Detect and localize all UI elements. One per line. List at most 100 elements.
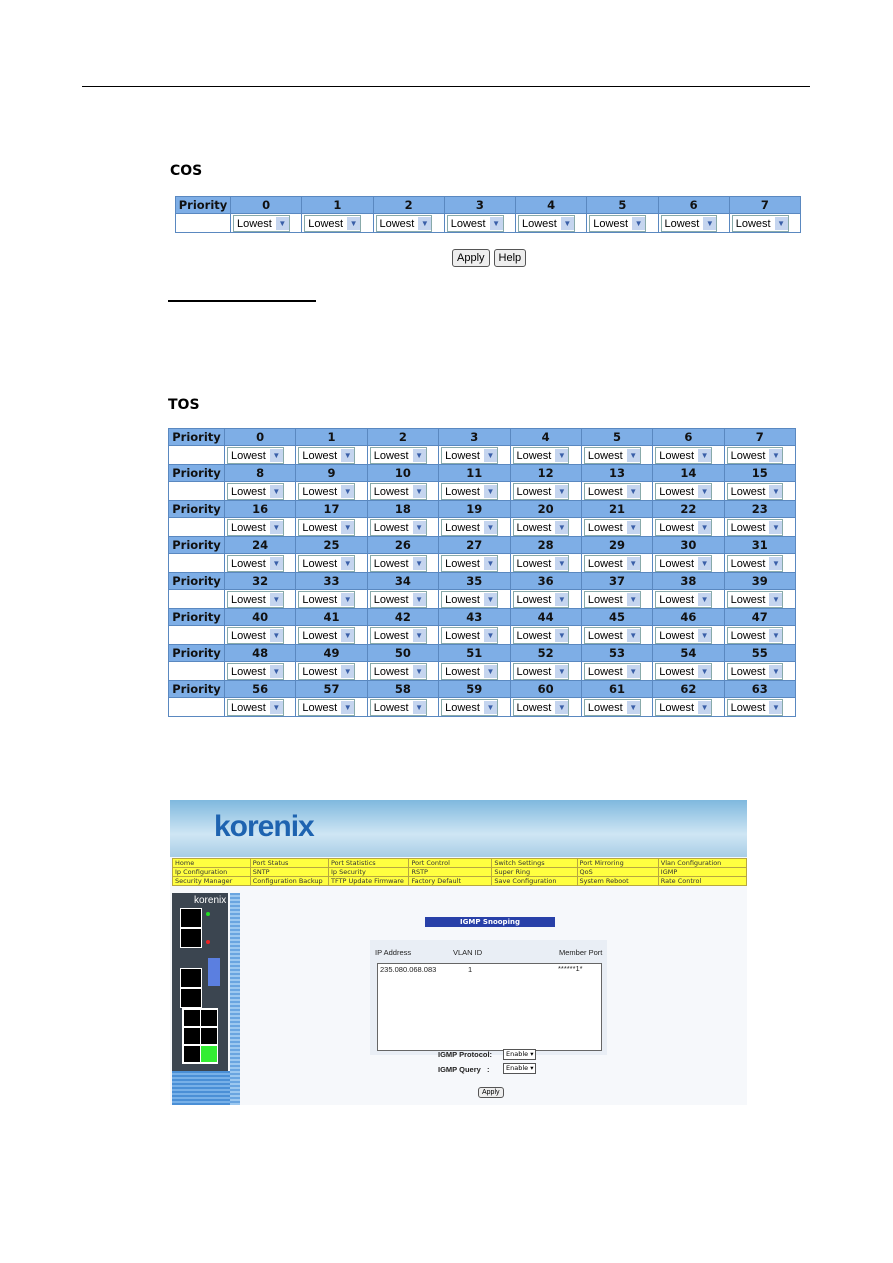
priority-select[interactable]: Lowest ▼ <box>441 591 498 608</box>
priority-select[interactable]: Lowest ▼ <box>512 699 570 716</box>
igmp-protocol-select[interactable]: Enable ▾ <box>503 1049 537 1060</box>
menu-item[interactable]: Port Control <box>408 858 493 868</box>
priority-select[interactable]: Lowest ▼ <box>512 591 570 608</box>
priority-select[interactable]: Lowest ▼ <box>227 627 284 644</box>
menu-item[interactable]: Port Mirroring <box>576 858 659 868</box>
fiber-port[interactable] <box>180 928 202 948</box>
priority-select[interactable]: Lowest ▼ <box>446 215 504 232</box>
priority-select[interactable]: Lowest ▼ <box>369 663 427 680</box>
priority-select[interactable]: Lowest ▼ <box>726 519 784 536</box>
igmp-query-select[interactable]: Enable ▾ <box>503 1063 537 1074</box>
ethernet-port[interactable] <box>183 1009 201 1027</box>
priority-select[interactable]: Lowest ▼ <box>298 591 356 608</box>
menu-item[interactable]: Vlan Configuration <box>657 858 748 868</box>
menu-item[interactable]: Factory Default <box>408 876 493 886</box>
priority-select[interactable]: Lowest ▼ <box>441 627 498 644</box>
priority-select[interactable]: Lowest ▼ <box>583 663 641 680</box>
priority-select[interactable]: Lowest ▼ <box>583 447 641 464</box>
priority-select[interactable]: Lowest ▼ <box>298 447 356 464</box>
igmp-apply-button[interactable]: Apply <box>478 1087 504 1098</box>
priority-select[interactable]: Lowest ▼ <box>227 699 284 716</box>
priority-select[interactable]: Lowest ▼ <box>726 699 784 716</box>
priority-select[interactable]: Lowest ▼ <box>512 519 570 536</box>
menu-item[interactable]: TFTP Update Firmware <box>327 876 410 886</box>
apply-button[interactable]: Apply <box>452 249 490 267</box>
priority-select[interactable]: Lowest ▼ <box>512 627 570 644</box>
menu-item[interactable]: Switch Settings <box>491 858 578 868</box>
menu-item[interactable]: IGMP <box>657 867 748 877</box>
ethernet-port[interactable] <box>200 1009 218 1027</box>
priority-select[interactable]: Lowest ▼ <box>441 555 498 572</box>
priority-select[interactable]: Lowest ▼ <box>512 483 570 500</box>
menu-item[interactable]: Configuration Backup <box>249 876 329 886</box>
priority-select[interactable]: Lowest ▼ <box>655 447 713 464</box>
priority-select[interactable]: Lowest ▼ <box>441 483 498 500</box>
priority-select[interactable]: Lowest ▼ <box>227 663 284 680</box>
priority-select[interactable]: Lowest ▼ <box>583 483 641 500</box>
priority-select[interactable]: Lowest ▼ <box>369 555 427 572</box>
ethernet-port[interactable] <box>200 1027 218 1045</box>
priority-select[interactable]: Lowest ▼ <box>298 483 356 500</box>
igmp-list[interactable]: 235.080.068.083 1 ******1* <box>377 963 602 1051</box>
priority-select[interactable]: Lowest ▼ <box>375 215 433 232</box>
priority-select[interactable]: Lowest ▼ <box>512 447 570 464</box>
menu-item[interactable]: SNTP <box>249 867 329 877</box>
priority-select[interactable]: Lowest ▼ <box>583 627 641 644</box>
priority-select[interactable]: Lowest ▼ <box>298 555 356 572</box>
priority-select[interactable]: Lowest ▼ <box>441 447 498 464</box>
priority-select[interactable]: Lowest ▼ <box>583 591 641 608</box>
priority-select[interactable]: Lowest ▼ <box>369 483 427 500</box>
fiber-port[interactable] <box>180 988 202 1008</box>
menu-item[interactable]: Ip Security <box>327 867 410 877</box>
priority-select[interactable]: Lowest ▼ <box>298 519 356 536</box>
ethernet-port[interactable] <box>183 1027 201 1045</box>
priority-select[interactable]: Lowest ▼ <box>655 519 713 536</box>
priority-select[interactable]: Lowest ▼ <box>227 483 284 500</box>
priority-select[interactable]: Lowest ▼ <box>731 215 789 232</box>
menu-item[interactable]: Home <box>172 858 251 868</box>
menu-item[interactable]: Port Status <box>249 858 329 868</box>
priority-select[interactable]: Lowest ▼ <box>726 663 784 680</box>
priority-select[interactable]: Lowest ▼ <box>726 483 784 500</box>
priority-select[interactable]: Lowest ▼ <box>441 699 498 716</box>
priority-select[interactable]: Lowest ▼ <box>583 699 641 716</box>
priority-select[interactable]: Lowest ▼ <box>298 663 356 680</box>
priority-select[interactable]: Lowest ▼ <box>441 519 498 536</box>
priority-select[interactable]: Lowest ▼ <box>726 591 784 608</box>
scrollbar[interactable] <box>230 893 240 1105</box>
priority-select[interactable]: Lowest ▼ <box>369 627 427 644</box>
priority-select[interactable]: Lowest ▼ <box>298 627 356 644</box>
priority-select[interactable]: Lowest ▼ <box>726 555 784 572</box>
fiber-port[interactable] <box>180 908 202 928</box>
priority-select[interactable]: Lowest ▼ <box>227 591 284 608</box>
menu-item[interactable]: QoS <box>576 867 659 877</box>
menu-item[interactable]: Save Configuration <box>491 876 578 886</box>
menu-item[interactable]: RSTP <box>408 867 493 877</box>
priority-select[interactable]: Lowest ▼ <box>726 627 784 644</box>
priority-select[interactable]: Lowest ▼ <box>589 215 647 232</box>
priority-select[interactable]: Lowest ▼ <box>655 555 713 572</box>
priority-select[interactable]: Lowest ▼ <box>660 215 718 232</box>
menu-item[interactable]: Security Manager <box>172 876 251 886</box>
ethernet-port[interactable] <box>183 1045 201 1063</box>
priority-select[interactable]: Lowest ▼ <box>227 555 284 572</box>
priority-select[interactable]: Lowest ▼ <box>583 555 641 572</box>
ethernet-port-active[interactable] <box>200 1045 218 1063</box>
menu-item[interactable]: System Reboot <box>576 876 659 886</box>
priority-select[interactable]: Lowest ▼ <box>655 699 713 716</box>
priority-select[interactable]: Lowest ▼ <box>227 447 284 464</box>
priority-select[interactable]: Lowest ▼ <box>583 519 641 536</box>
priority-select[interactable]: Lowest ▼ <box>298 699 356 716</box>
fiber-port[interactable] <box>180 968 202 988</box>
menu-item[interactable]: Rate Control <box>657 876 748 886</box>
help-button[interactable]: Help <box>493 249 527 267</box>
priority-select[interactable]: Lowest ▼ <box>655 591 713 608</box>
priority-select[interactable]: Lowest ▼ <box>369 519 427 536</box>
priority-select[interactable]: Lowest ▼ <box>726 447 784 464</box>
priority-select[interactable]: Lowest ▼ <box>227 519 284 536</box>
priority-select[interactable]: Lowest ▼ <box>441 663 498 680</box>
priority-select[interactable]: Lowest ▼ <box>233 215 290 232</box>
priority-select[interactable]: Lowest ▼ <box>304 215 362 232</box>
priority-select[interactable]: Lowest ▼ <box>655 627 713 644</box>
priority-select[interactable]: Lowest ▼ <box>512 555 570 572</box>
